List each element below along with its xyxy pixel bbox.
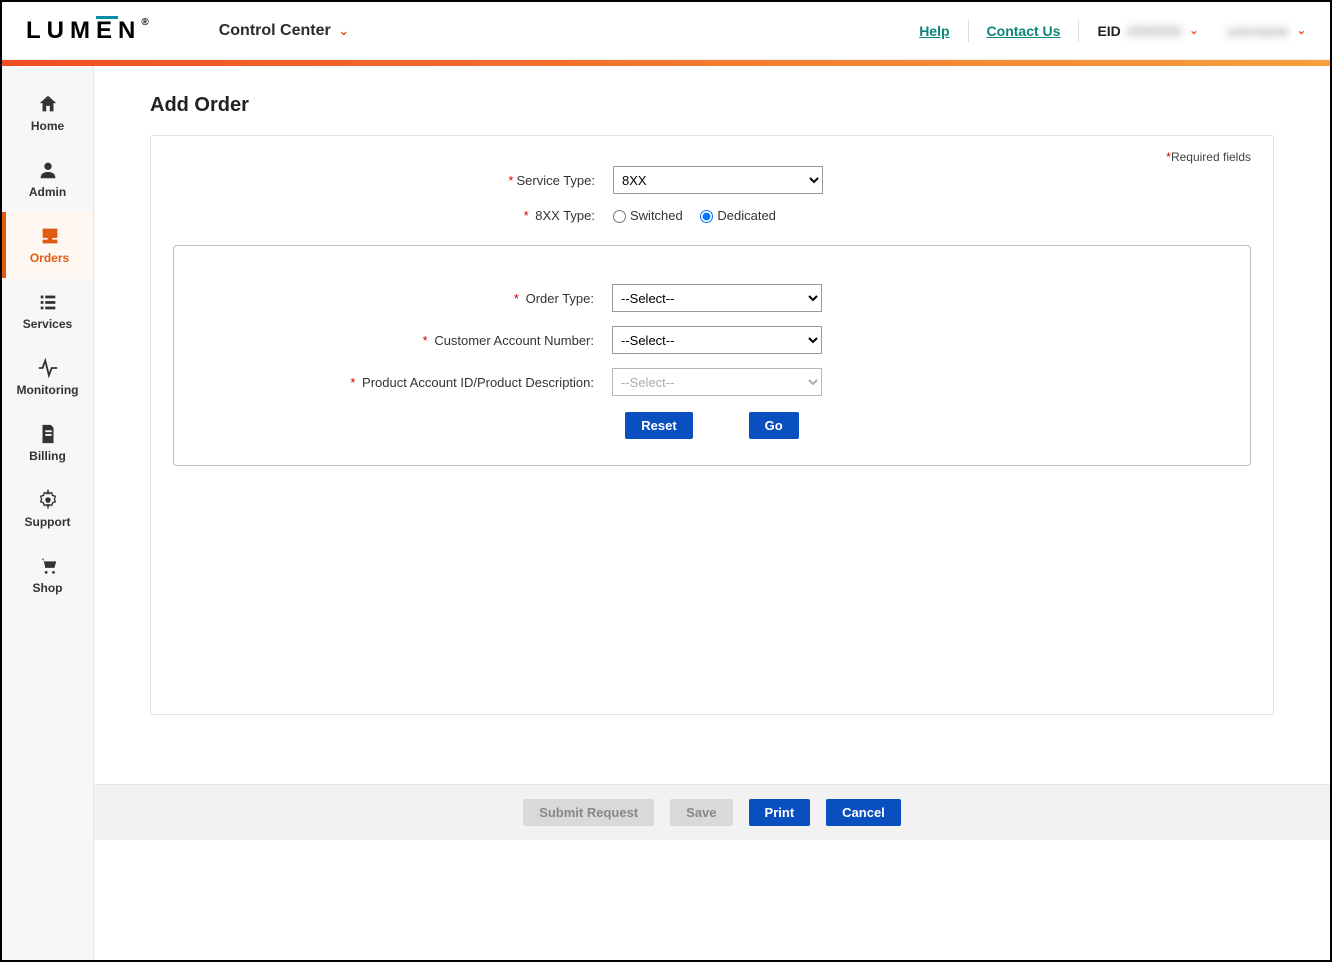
radio-dedicated-label[interactable]: Dedicated bbox=[700, 208, 776, 223]
radio-switched-label[interactable]: Switched bbox=[613, 208, 683, 223]
chevron-down-icon: ⌄ bbox=[339, 24, 349, 38]
radio-switched[interactable] bbox=[613, 210, 626, 223]
user-name: username bbox=[1227, 23, 1289, 39]
chevron-down-icon: ⌄ bbox=[1297, 24, 1306, 37]
eid-dropdown[interactable]: EID 0000000 ⌄ bbox=[1097, 23, 1198, 39]
go-button[interactable]: Go bbox=[749, 412, 799, 439]
sidebar-item-label: Billing bbox=[29, 449, 66, 463]
sidebar-item-label: Support bbox=[25, 515, 71, 529]
required-fields-note: *Required fields bbox=[1166, 150, 1251, 164]
inner-button-row: Reset Go bbox=[186, 412, 1238, 439]
user-dropdown[interactable]: username ⌄ bbox=[1221, 23, 1306, 39]
order-card: *Required fields *Service Type: 8XX * 8X… bbox=[150, 135, 1274, 715]
inbox-icon bbox=[39, 225, 61, 247]
eid-value: 0000000 bbox=[1127, 23, 1182, 39]
sidebar: Home Admin Orders Services Monitoring Bi… bbox=[2, 66, 94, 960]
sidebar-item-billing[interactable]: Billing bbox=[2, 410, 93, 476]
top-header: LUMEN® Control Center ⌄ Help Contact Us … bbox=[2, 2, 1330, 60]
divider bbox=[968, 20, 969, 42]
app-switcher[interactable]: Control Center ⌄ bbox=[219, 22, 349, 40]
order-type-label: * Order Type: bbox=[186, 291, 612, 306]
row-service-type: *Service Type: 8XX bbox=[173, 166, 1251, 194]
home-icon bbox=[37, 93, 59, 115]
sidebar-item-label: Orders bbox=[30, 251, 69, 265]
user-icon bbox=[37, 159, 59, 181]
sidebar-item-services[interactable]: Services bbox=[2, 278, 93, 344]
sidebar-item-support[interactable]: Support bbox=[2, 476, 93, 542]
sidebar-item-label: Monitoring bbox=[17, 383, 79, 397]
service-type-select[interactable]: 8XX bbox=[613, 166, 823, 194]
row-customer-account: * Customer Account Number: --Select-- bbox=[186, 326, 1238, 354]
sidebar-item-monitoring[interactable]: Monitoring bbox=[2, 344, 93, 410]
page-title: Add Order bbox=[150, 94, 1274, 117]
list-icon bbox=[37, 291, 59, 313]
sidebar-item-label: Services bbox=[23, 317, 72, 331]
divider bbox=[1078, 20, 1079, 42]
chevron-down-icon: ⌄ bbox=[1189, 24, 1198, 37]
sidebar-item-orders[interactable]: Orders bbox=[2, 212, 93, 278]
row-order-type: * Order Type: --Select-- bbox=[186, 284, 1238, 312]
customer-account-label: * Customer Account Number: bbox=[186, 333, 612, 348]
sidebar-item-shop[interactable]: Shop bbox=[2, 542, 93, 608]
footer-action-bar: Submit Request Save Print Cancel bbox=[94, 784, 1330, 840]
logo: LUMEN® bbox=[26, 17, 149, 45]
radio-dedicated[interactable] bbox=[700, 210, 713, 223]
activity-icon bbox=[37, 357, 59, 379]
sidebar-item-label: Home bbox=[31, 119, 64, 133]
row-product-account: * Product Account ID/Product Description… bbox=[186, 368, 1238, 396]
product-account-select[interactable]: --Select-- bbox=[612, 368, 822, 396]
reset-button[interactable]: Reset bbox=[625, 412, 692, 439]
contact-us-link[interactable]: Contact Us bbox=[987, 23, 1061, 39]
eid-label: EID bbox=[1097, 23, 1120, 39]
app-title-label: Control Center bbox=[219, 22, 331, 40]
8xx-type-label: * 8XX Type: bbox=[173, 208, 613, 223]
cancel-button[interactable]: Cancel bbox=[826, 799, 901, 826]
submit-request-button: Submit Request bbox=[523, 799, 654, 826]
gear-icon bbox=[37, 489, 59, 511]
help-link[interactable]: Help bbox=[919, 23, 949, 39]
sidebar-item-admin[interactable]: Admin bbox=[2, 146, 93, 212]
print-button[interactable]: Print bbox=[749, 799, 811, 826]
row-8xx-type: * 8XX Type: Switched Dedicated bbox=[173, 208, 1251, 223]
order-type-select[interactable]: --Select-- bbox=[612, 284, 822, 312]
sidebar-item-label: Admin bbox=[29, 185, 66, 199]
main-content: Add Order *Required fields *Service Type… bbox=[94, 66, 1330, 960]
order-details-box: * Order Type: --Select-- * Customer Acco… bbox=[173, 245, 1251, 466]
service-type-label: *Service Type: bbox=[173, 173, 613, 188]
product-account-label: * Product Account ID/Product Description… bbox=[186, 375, 612, 390]
cart-icon bbox=[37, 555, 59, 577]
invoice-icon bbox=[37, 423, 59, 445]
sidebar-item-home[interactable]: Home bbox=[2, 80, 93, 146]
sidebar-item-label: Shop bbox=[33, 581, 63, 595]
save-button: Save bbox=[670, 799, 732, 826]
customer-account-select[interactable]: --Select-- bbox=[612, 326, 822, 354]
